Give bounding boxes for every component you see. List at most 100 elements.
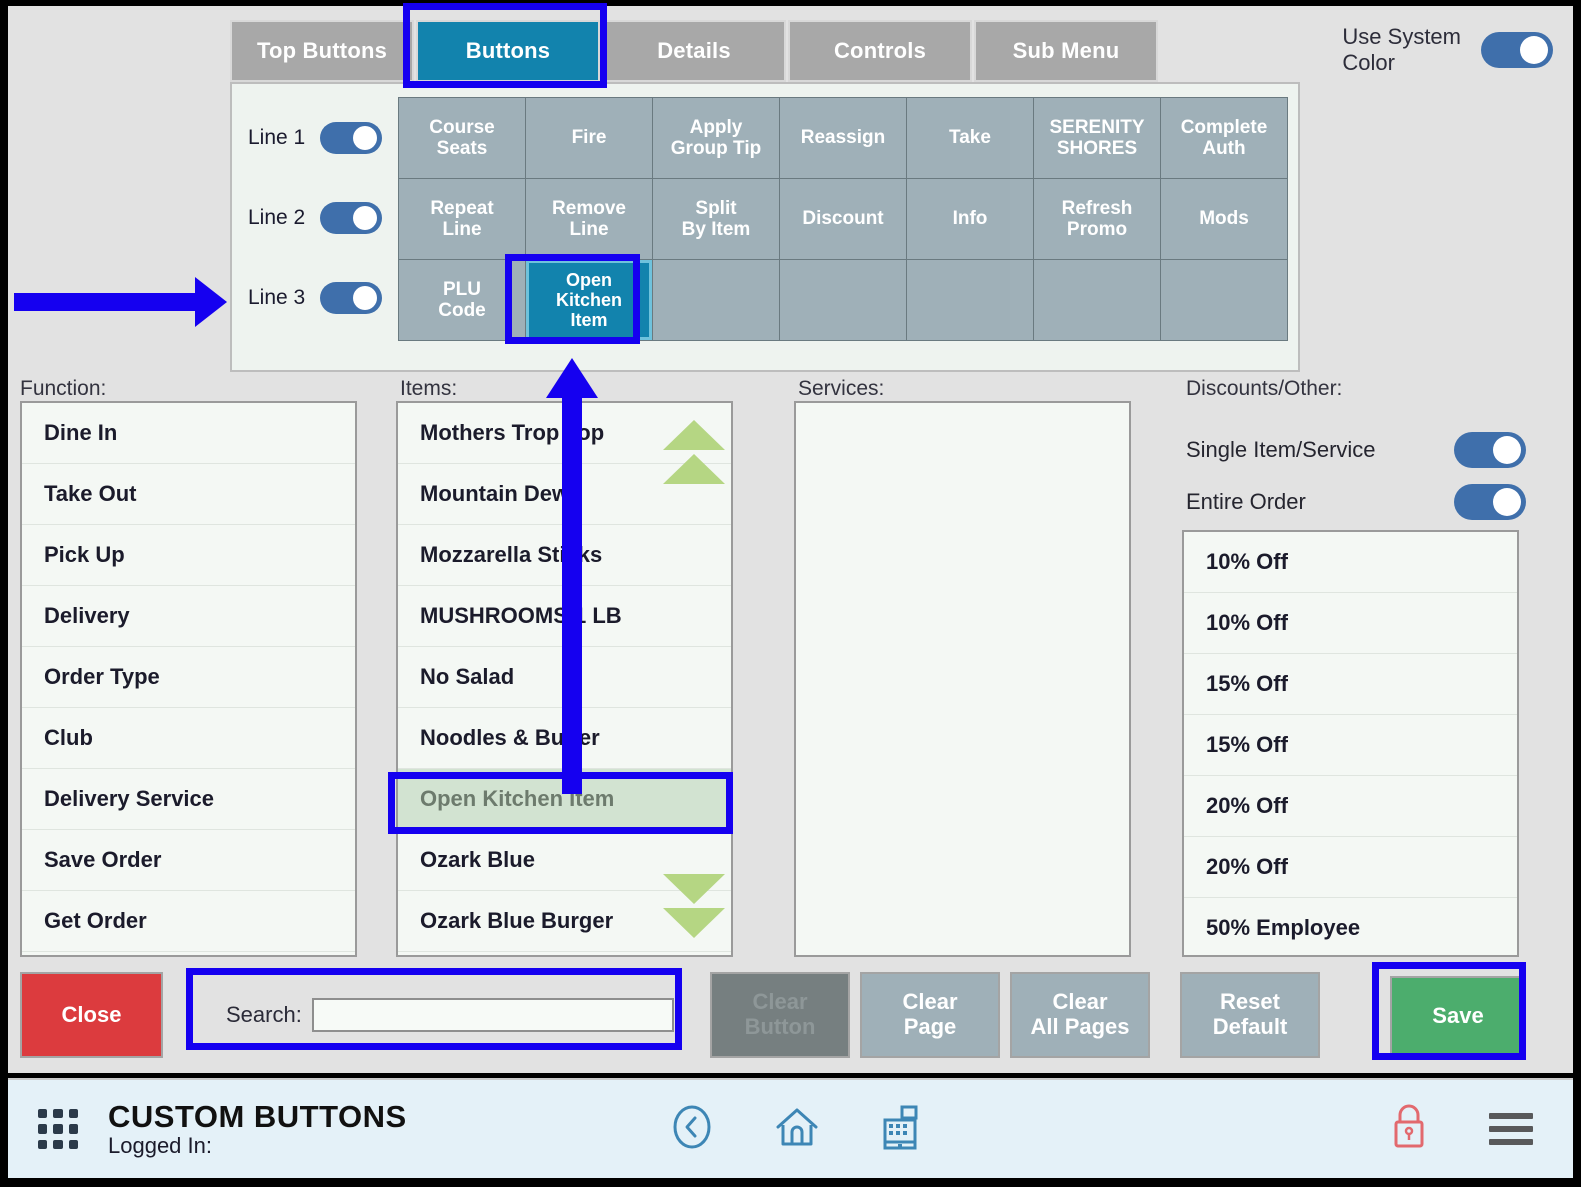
- custom-button-grid: Course Seats Fire Apply Group Tip Reassign…: [398, 97, 1288, 341]
- status-bar: CUSTOM BUTTONS Logged In:: [8, 1078, 1573, 1178]
- grid-button[interactable]: Fire: [526, 98, 652, 178]
- search-input[interactable]: [311, 998, 674, 1032]
- line-3-row: Line 3: [240, 258, 395, 338]
- grid-button[interactable]: Discount: [780, 179, 906, 259]
- reset-default-button[interactable]: Reset Default: [1180, 972, 1320, 1058]
- entire-order-toggle[interactable]: [1454, 484, 1526, 520]
- reset-label-2: Default: [1212, 1014, 1288, 1039]
- grid-button[interactable]: Mods: [1161, 179, 1287, 259]
- list-item[interactable]: 15% Off: [1184, 654, 1517, 715]
- use-system-color-toggle[interactable]: [1481, 31, 1553, 68]
- grid-dot: [53, 1139, 63, 1149]
- grid-button[interactable]: Complete Auth: [1161, 98, 1287, 178]
- grid-button[interactable]: SERENITY SHORES: [1034, 98, 1160, 178]
- grid-icon[interactable]: [38, 1109, 78, 1149]
- grid-button[interactable]: Repeat Line: [399, 179, 525, 259]
- list-item[interactable]: 10% Off: [1184, 532, 1517, 593]
- clear-button-label-2: Button: [744, 1014, 816, 1039]
- discounts-list[interactable]: 10% Off 10% Off 15% Off 15% Off 20% Off …: [1182, 530, 1519, 957]
- list-item[interactable]: 10% Off: [1184, 593, 1517, 654]
- line-2-toggle[interactable]: [320, 202, 382, 234]
- list-item[interactable]: Delivery Service: [22, 769, 355, 830]
- list-item[interactable]: Take Out: [22, 464, 355, 525]
- list-item[interactable]: 20% Off: [1184, 837, 1517, 898]
- list-item[interactable]: Pick Up: [22, 525, 355, 586]
- line-toggles: Line 1 Line 2 Line 3: [240, 98, 395, 338]
- line-3-toggle[interactable]: [320, 282, 382, 314]
- grid-button[interactable]: Reassign: [780, 98, 906, 178]
- tab-details[interactable]: Details: [602, 20, 786, 82]
- grid-button-empty[interactable]: [1034, 260, 1160, 340]
- grid-dot: [38, 1124, 48, 1134]
- list-item[interactable]: Ozark Blue: [398, 830, 731, 891]
- ham-bar: [1489, 1139, 1533, 1145]
- grid-button[interactable]: Info: [907, 179, 1033, 259]
- home-icon[interactable]: [772, 1103, 822, 1156]
- list-item[interactable]: Club: [22, 708, 355, 769]
- hamburger-menu-icon[interactable]: [1489, 1113, 1533, 1145]
- list-item[interactable]: Get Order: [22, 891, 355, 952]
- list-item[interactable]: Delivery: [22, 586, 355, 647]
- entire-order-row: Entire Order: [1186, 484, 1526, 520]
- line-2-label: Line 2: [248, 206, 306, 229]
- tab-controls[interactable]: Controls: [788, 20, 972, 82]
- clear-all-label-2: All Pages: [1030, 1014, 1130, 1039]
- tab-sub-menu[interactable]: Sub Menu: [974, 20, 1158, 82]
- grid-button-empty[interactable]: [907, 260, 1033, 340]
- grid-button[interactable]: PLU Code: [399, 260, 525, 340]
- grid-button[interactable]: Refresh Promo: [1034, 179, 1160, 259]
- grid-button[interactable]: Apply Group Tip: [653, 98, 779, 178]
- footer-nav-icons: [668, 1102, 926, 1157]
- list-item[interactable]: Save Order: [22, 830, 355, 891]
- save-button[interactable]: Save: [1390, 976, 1526, 1056]
- tab-label: Sub Menu: [1012, 38, 1120, 63]
- clear-page-button[interactable]: Clear Page: [860, 972, 1000, 1058]
- grid-button[interactable]: Take: [907, 98, 1033, 178]
- reset-label-1: Reset: [1220, 989, 1280, 1015]
- function-list[interactable]: Dine In Take Out Pick Up Delivery Order …: [20, 401, 357, 957]
- back-circle-icon[interactable]: [668, 1103, 716, 1156]
- list-item[interactable]: 50% Employee: [1184, 898, 1517, 955]
- app-surface: Top Buttons Buttons Details Controls Sub…: [8, 6, 1573, 1073]
- list-item[interactable]: 20% Off: [1184, 776, 1517, 837]
- use-system-color-label: Use System Color: [1342, 24, 1461, 75]
- clear-all-pages-button[interactable]: Clear All Pages: [1010, 972, 1150, 1058]
- clear-button-button[interactable]: Clear Button: [710, 972, 850, 1058]
- logged-in-label: Logged In:: [108, 1132, 212, 1158]
- grid-button-empty[interactable]: [1161, 260, 1287, 340]
- grid-button-empty[interactable]: [653, 260, 779, 340]
- function-panel-title: Function:: [20, 377, 107, 400]
- single-item-service-toggle[interactable]: [1454, 432, 1526, 468]
- tab-strip: Top Buttons Buttons Details Controls Sub…: [230, 20, 1158, 82]
- grid-button[interactable]: Course Seats: [399, 98, 525, 178]
- save-button-label: Save: [1432, 1002, 1484, 1028]
- services-list[interactable]: [794, 401, 1131, 957]
- lock-icon[interactable]: [1389, 1102, 1429, 1157]
- tab-buttons[interactable]: Buttons: [416, 20, 600, 82]
- grid-dot: [68, 1124, 78, 1134]
- line-1-toggle[interactable]: [320, 122, 382, 154]
- annotation-arrow-shaft-open-kitchen: [562, 396, 582, 794]
- register-icon[interactable]: [878, 1102, 926, 1157]
- tab-label: Buttons: [465, 38, 551, 63]
- list-item[interactable]: Ozark Blue Burger: [398, 891, 731, 952]
- clear-all-label-1: Clear: [1052, 989, 1108, 1015]
- services-panel-title: Services:: [798, 377, 885, 400]
- toggle-knob: [353, 126, 377, 150]
- toggle-knob: [1493, 436, 1521, 464]
- grid-button[interactable]: Split By Item: [653, 179, 779, 259]
- clear-page-label-2: Page: [903, 1014, 957, 1039]
- entire-order-label: Entire Order: [1186, 489, 1306, 514]
- list-item[interactable]: Dine In: [22, 403, 355, 464]
- line-1-row: Line 1: [240, 98, 395, 178]
- footer-right-icons: [1389, 1102, 1533, 1157]
- annotation-arrow-head-line3: [195, 277, 227, 327]
- tab-top-buttons[interactable]: Top Buttons: [230, 20, 414, 82]
- grid-button-empty[interactable]: [780, 260, 906, 340]
- grid-button-open-kitchen-item[interactable]: Open Kitchen Item: [526, 260, 652, 340]
- grid-button[interactable]: Remove Line: [526, 179, 652, 259]
- close-button[interactable]: Close: [20, 972, 163, 1058]
- list-item[interactable]: Order Type: [22, 647, 355, 708]
- use-system-color-setting: Use System Color: [1342, 24, 1553, 76]
- list-item[interactable]: 15% Off: [1184, 715, 1517, 776]
